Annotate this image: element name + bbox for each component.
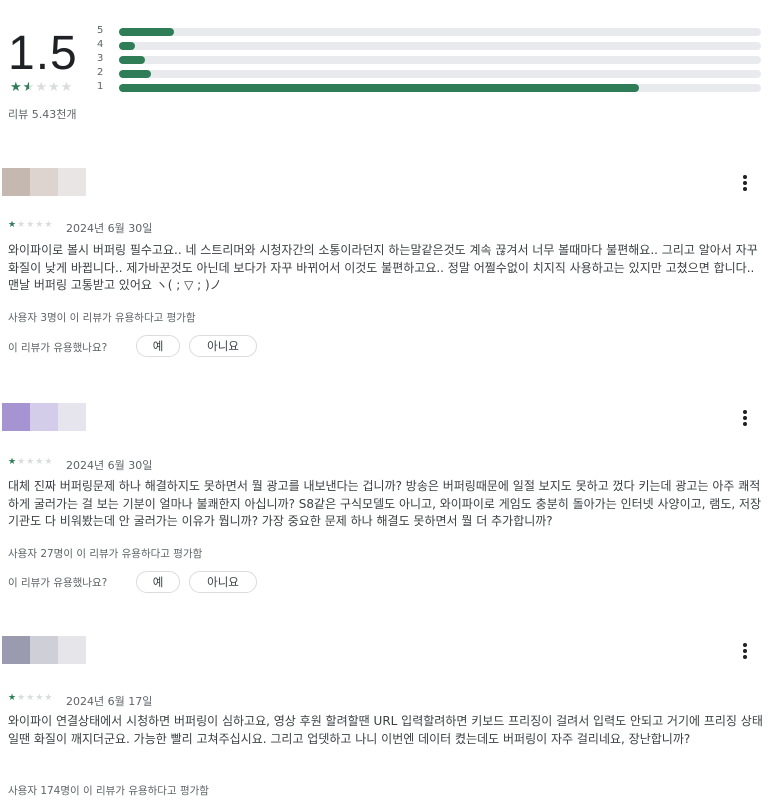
star-icon: ★ [26,457,36,467]
review-count: 리뷰 5.43천개 [8,108,77,121]
star-icon: ★ [26,693,36,703]
star-icon: ★ [35,457,45,467]
star-icon: ★ [35,220,45,230]
rating-bar-3: 3 [95,52,775,66]
bar-label: 1 [97,81,104,92]
rating-bar-4: 4 [95,38,775,52]
more-options-icon[interactable] [735,641,755,661]
star-icon: ★ [8,693,18,703]
review-date: 2024년 6월 30일 [66,222,153,235]
average-rating: 1.5 [8,27,78,80]
bar-fill [119,28,174,36]
bar-track [119,70,761,78]
more-options-icon[interactable] [735,173,755,193]
half-star-icon: ★ [22,80,36,95]
bar-label: 3 [97,53,104,64]
helpful-question: 이 리뷰가 유용했나요? [8,577,108,589]
bar-track [119,56,761,64]
star-icon: ★ [44,693,54,703]
review-text: 대체 진짜 버퍼링문제 하나 해결하지도 못하면서 뭘 광고를 내보낸다는 겁니… [8,479,762,528]
review-text: 와이파이 연결상태에서 시청하면 버퍼링이 심하고요, 영상 후원 할려할땐 U… [8,714,763,746]
helpful-count: 사용자 3명이 이 리뷰가 유용하다고 평가함 [8,312,196,324]
review-stars: ★★★★★ [8,457,53,467]
helpful-count: 사용자 27명이 이 리뷰가 유용하다고 평가함 [8,548,203,560]
bar-track [119,84,761,92]
avatar [2,636,86,664]
review-text: 와이파이로 볼시 버퍼링 필수고요.. 네 스트리머와 시청자간의 소통이라던지… [8,243,758,292]
star-icon: ★ [17,220,27,230]
star-icon: ★ [44,457,54,467]
bar-label: 2 [97,67,104,78]
star-icon: ★ [17,457,27,467]
review-card: ★★★★★ 2024년 6월 17일 와이파이 연결상태에서 시청하면 버퍼링이… [0,636,780,800]
bar-fill [119,42,136,50]
star-icon: ★ [60,80,74,95]
rating-summary: 1.5 ★★★★★ 리뷰 5.43천개 5 4 3 2 1 [0,0,780,130]
star-icon: ★ [17,693,27,703]
rating-bar-5: 5 [95,24,775,38]
avatar [2,403,86,431]
review-stars: ★★★★★ [8,220,53,230]
more-options-icon[interactable] [735,408,755,428]
star-icon: ★ [44,220,54,230]
review-date: 2024년 6월 17일 [66,695,153,708]
helpful-question: 이 리뷰가 유용했나요? [8,342,108,354]
bar-track [119,28,761,36]
helpful-no-button[interactable]: 아니요 [189,335,257,357]
helpful-yes-button[interactable]: 예 [136,335,180,357]
rating-bar-2: 2 [95,66,775,80]
review-card: ★★★★★ 2024년 6월 30일 와이파이로 볼시 버퍼링 필수고요.. 네… [0,168,780,368]
bar-fill [119,70,152,78]
bar-fill [119,84,640,92]
helpful-no-button[interactable]: 아니요 [189,571,257,593]
average-stars: ★★★★★ [10,80,73,95]
helpful-yes-button[interactable]: 예 [136,571,180,593]
review-date: 2024년 6월 30일 [66,459,153,472]
star-icon: ★ [8,457,18,467]
bar-label: 4 [97,39,104,50]
star-icon: ★ [26,220,36,230]
bar-label: 5 [97,25,104,36]
helpful-count: 사용자 174명이 이 리뷰가 유용하다고 평가함 [8,785,209,797]
star-icon: ★ [10,80,23,95]
review-card: ★★★★★ 2024년 6월 30일 대체 진짜 버퍼링문제 하나 해결하지도 … [0,403,780,603]
avatar [2,168,86,196]
rating-bar-1: 1 [95,80,775,94]
review-stars: ★★★★★ [8,693,53,703]
star-icon: ★ [8,220,18,230]
star-icon: ★ [35,80,48,95]
star-icon: ★ [47,80,61,95]
bar-fill [119,56,145,64]
bar-track [119,42,761,50]
star-icon: ★ [35,693,45,703]
